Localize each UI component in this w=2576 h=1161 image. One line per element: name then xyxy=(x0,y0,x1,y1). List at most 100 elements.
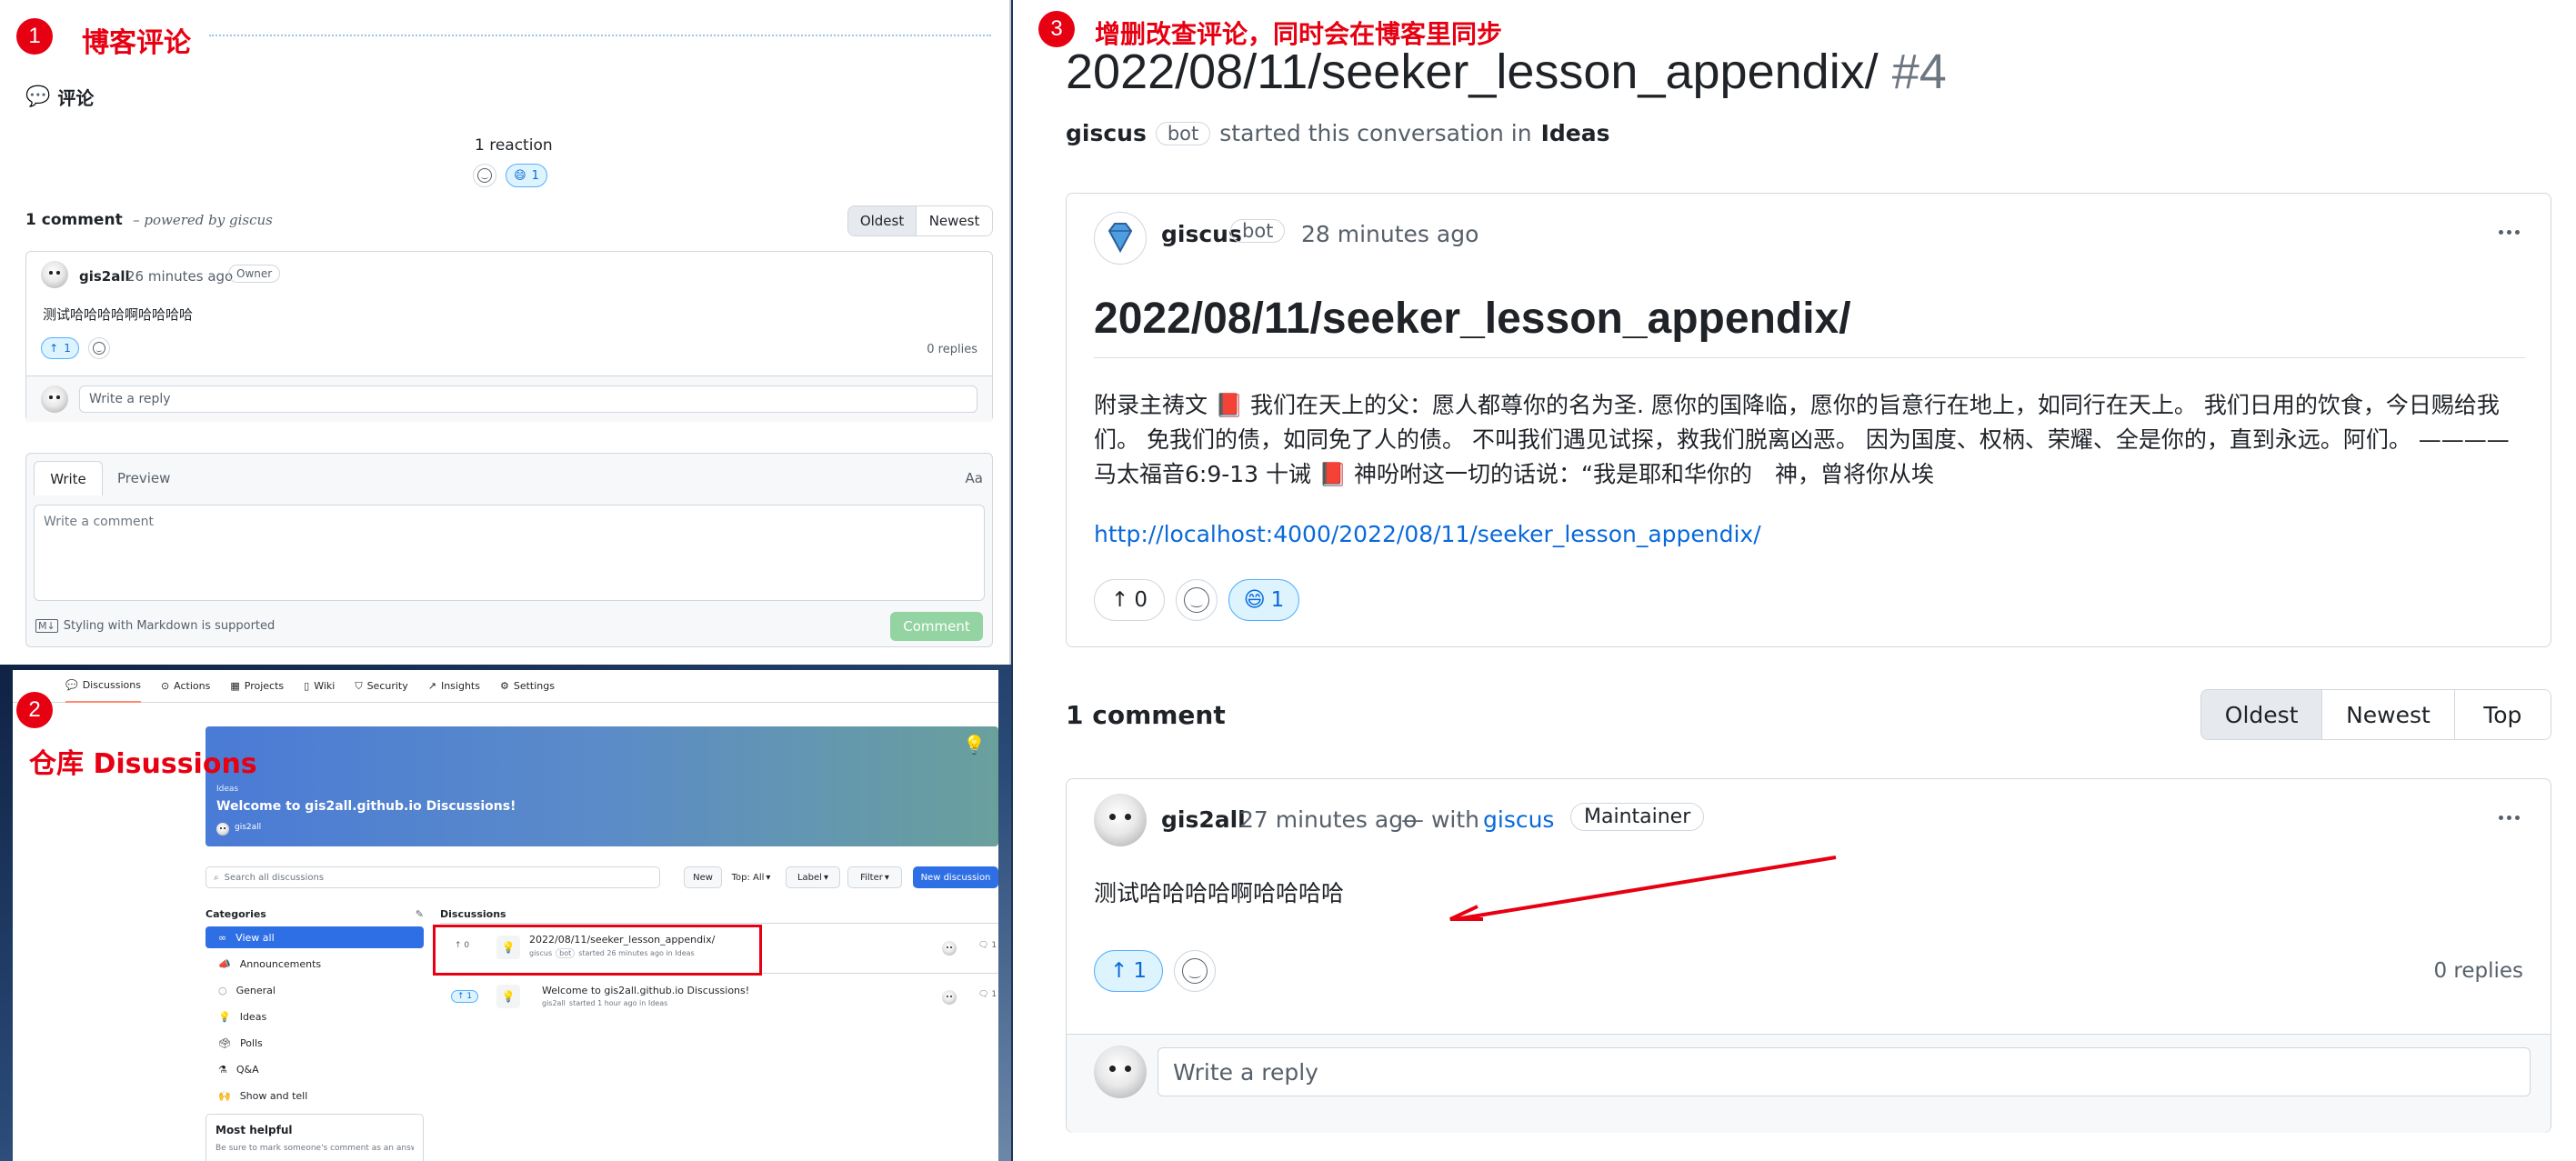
post-link[interactable]: http://localhost:4000/2022/08/11/seeker_… xyxy=(1094,521,1761,547)
banner-author: gis2all xyxy=(235,823,262,832)
caret-down-icon: ▾ xyxy=(823,872,828,883)
comment-time[interactable]: 27 minutes ago xyxy=(1239,806,1417,833)
comment-count-badge[interactable]: 🗨 1 xyxy=(978,941,997,950)
tab-discussions[interactable]: 💬 Discussions xyxy=(65,670,141,703)
reply-input[interactable]: Write a reply xyxy=(1158,1047,2531,1096)
heading-underline xyxy=(1094,357,2525,358)
panel-repo-discussions: 💬 Discussions ⊙ Actions ▦ Projects ▯ Wiki ⛉ S… xyxy=(0,665,1011,1161)
post-options-icon[interactable] xyxy=(2499,230,2520,235)
tab-preview[interactable]: Preview xyxy=(117,470,170,486)
tab-settings[interactable]: ⚙ Settings xyxy=(500,680,555,692)
category-show-and-tell[interactable]: 🙌 Show and tell xyxy=(205,1085,424,1106)
flask-icon: ⚗ xyxy=(218,1063,227,1076)
reaction-laugh-button[interactable]: 😄 1 xyxy=(506,164,547,187)
owner-badge: Owner xyxy=(228,265,281,283)
gear-icon: ⚙ xyxy=(499,680,509,692)
comment-add-reaction-button[interactable] xyxy=(88,337,110,359)
search-icon: ⌕ xyxy=(214,872,219,883)
avatar xyxy=(41,261,68,288)
sort-newest-button[interactable]: Newest xyxy=(2322,690,2455,739)
comment-count-badge[interactable]: 🗨 1 xyxy=(978,990,997,999)
giscus-app-link[interactable]: giscus xyxy=(1483,806,1554,833)
post-body: 附录主祷文 📕 我们在天上的父：愿人都尊你的名为圣. 愿你的国降临，愿你的旨意行… xyxy=(1094,392,2510,487)
new-button[interactable]: New xyxy=(684,866,722,888)
list-item[interactable]: ↑ 1 💡 Welcome to gis2all.github.io Discu… xyxy=(440,976,998,1019)
upvote-button[interactable]: ↑ 1 xyxy=(451,990,479,1003)
maintainer-badge: Maintainer xyxy=(1570,803,1705,831)
annotation-badge-2: 2 xyxy=(16,692,53,728)
post-reaction-laugh-button[interactable]: 😄 1 xyxy=(1228,579,1299,621)
discussion-icon: 💬 xyxy=(65,679,78,691)
category-view-all[interactable]: ∞ View all xyxy=(205,926,424,948)
reply-input[interactable]: Write a reply xyxy=(79,385,977,413)
tab-wiki[interactable]: ▯ Wiki xyxy=(304,680,335,692)
sort-oldest-button[interactable]: Oldest xyxy=(2201,690,2323,739)
arrow-up-icon: ↑ xyxy=(49,342,59,355)
comment-upvote-button[interactable]: ↑ 1 xyxy=(1094,950,1163,992)
comment-icon: 🗨 xyxy=(978,941,989,950)
avatar xyxy=(942,990,957,1005)
discussion-number: #4 xyxy=(1891,45,1947,99)
sort-oldest-button[interactable]: Oldest xyxy=(848,206,917,235)
discussions-divider xyxy=(440,923,998,924)
category-announcements[interactable]: 📣 Announcements xyxy=(205,953,424,975)
comment-with: — with xyxy=(1401,806,1479,833)
comment-body: 测试哈哈哈哈啊哈哈哈哈 xyxy=(1094,880,1345,906)
post-bot-badge: bot xyxy=(1230,219,1286,243)
new-discussion-button[interactable]: New discussion xyxy=(913,866,998,888)
panel-blog-comments: 1 博客评论 💬 评论 1 reaction 😄 1 1 comment – p… xyxy=(0,0,1011,665)
comment-submit-button[interactable]: Comment xyxy=(890,612,983,641)
category-qa[interactable]: ⚗ Q&A xyxy=(205,1058,424,1080)
post-time[interactable]: 28 minutes ago xyxy=(1301,221,1478,247)
tab-write[interactable]: Write xyxy=(34,461,103,495)
post-add-reaction-button[interactable] xyxy=(1176,579,1218,621)
comment-options-icon[interactable] xyxy=(2499,816,2520,820)
sort-newest-button[interactable]: Newest xyxy=(917,206,992,235)
banner-title[interactable]: Welcome to gis2all.github.io Discussions… xyxy=(216,799,516,814)
category-polls[interactable]: 🗳 Polls xyxy=(205,1032,424,1054)
bulb-icon: 💡 xyxy=(963,734,986,756)
category-ideas[interactable]: 💡 Ideas xyxy=(205,1006,424,1027)
add-reaction-button[interactable] xyxy=(473,164,496,187)
tab-security[interactable]: ⛉ Security xyxy=(355,680,407,693)
bubble-icon: ○ xyxy=(218,984,227,996)
smiley-icon xyxy=(1184,587,1209,613)
discussion-title[interactable]: Welcome to gis2all.github.io Discussions… xyxy=(542,985,749,996)
comment-author[interactable]: gis2all xyxy=(1161,806,1246,833)
annotation-title-2: 仓库 Disussions xyxy=(29,748,257,780)
play-icon: ⊙ xyxy=(160,680,170,692)
tab-actions[interactable]: ⊙ Actions xyxy=(161,680,210,692)
comment-time[interactable]: 26 minutes ago xyxy=(126,268,233,285)
tab-insights[interactable]: ↗ Insights xyxy=(428,680,480,692)
comment-upvote-button[interactable]: ↑ 1 xyxy=(41,337,79,359)
banner-category: Ideas xyxy=(216,785,239,794)
post-upvote-button[interactable]: ↑ 0 xyxy=(1094,579,1165,621)
avatar xyxy=(1094,794,1147,846)
tab-projects[interactable]: ▦ Projects xyxy=(230,680,284,692)
most-helpful-title: Most helpful xyxy=(216,1124,293,1136)
table-icon: ▦ xyxy=(230,680,240,692)
category-general[interactable]: ○ General xyxy=(205,979,424,1001)
most-helpful-box: Most helpful Be sure to mark someone's c… xyxy=(205,1114,424,1161)
caret-down-icon: ▾ xyxy=(766,872,771,883)
shield-icon: ⛉ xyxy=(355,679,363,692)
top-filter-dropdown[interactable]: Top: All ▾ xyxy=(726,866,777,888)
label-dropdown[interactable]: Label ▾ xyxy=(786,866,840,888)
comment-add-reaction-button[interactable] xyxy=(1174,950,1216,992)
hands-icon: 🙌 xyxy=(218,1089,231,1102)
graph-icon: ↗ xyxy=(427,680,436,692)
sort-top-button[interactable]: Top xyxy=(2454,690,2551,739)
comment-author[interactable]: gis2all xyxy=(79,268,130,285)
text-size-toggle[interactable]: Aa xyxy=(966,470,983,486)
starter-link[interactable]: giscus xyxy=(1066,120,1147,146)
filter-dropdown[interactable]: Filter ▾ xyxy=(847,866,902,888)
infinity-icon: ∞ xyxy=(218,931,227,944)
diamond-icon xyxy=(1108,223,1133,254)
original-post-card: giscus bot 28 minutes ago 2022/08/11/see… xyxy=(1066,193,2551,647)
arrow-up-icon: ↑ xyxy=(1110,959,1128,983)
edit-pencil-icon[interactable]: ✎ xyxy=(416,908,424,920)
comment-icon: 🗨 xyxy=(978,990,989,999)
comment-textarea[interactable]: Write a comment xyxy=(34,505,985,601)
category-link[interactable]: Ideas xyxy=(1541,120,1610,146)
search-discussions-input[interactable]: ⌕ Search all discussions xyxy=(205,866,660,888)
